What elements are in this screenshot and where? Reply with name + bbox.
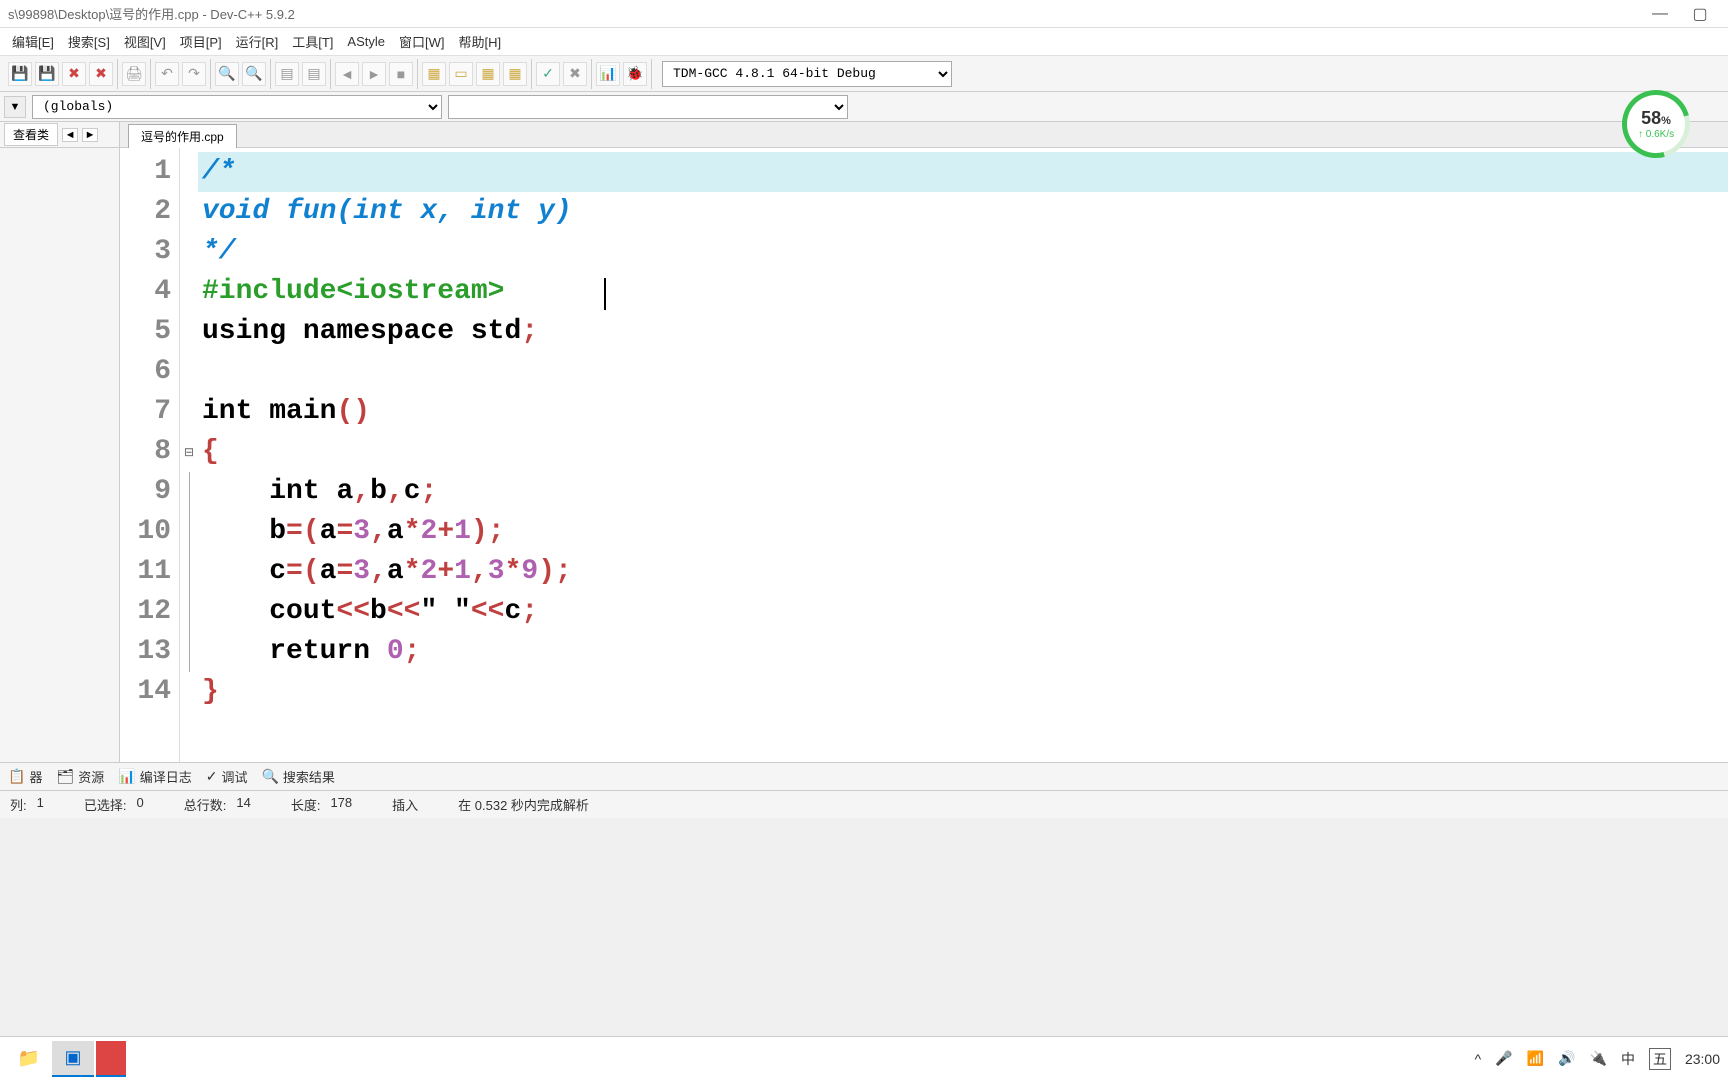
status-col-label: 列: bbox=[10, 795, 27, 814]
speed-widget[interactable]: 58% ↑ 0.6K/s bbox=[1622, 90, 1698, 166]
sidebar-tab-classes[interactable]: 查看类 bbox=[4, 123, 58, 146]
taskbar-devcpp[interactable]: ▣ bbox=[52, 1041, 94, 1077]
globals-select[interactable]: (globals) bbox=[32, 95, 442, 119]
menu-item[interactable]: AStyle bbox=[341, 31, 391, 52]
check-icon[interactable]: ✓ bbox=[536, 62, 560, 86]
menu-item[interactable]: 帮助[H] bbox=[453, 29, 508, 54]
code-editor[interactable]: 1234567891011121314 ⊟ /*void fun(int x, … bbox=[120, 148, 1728, 762]
nav-next-icon[interactable]: ► bbox=[82, 128, 98, 142]
bottom-tab[interactable]: ✓调试 bbox=[206, 767, 248, 786]
debug-icon[interactable]: 🐞 bbox=[623, 62, 647, 86]
sub-toolbar: ▼ (globals) bbox=[0, 92, 1728, 122]
compile-run-icon[interactable]: ▦ bbox=[476, 62, 500, 86]
speed-pct: 58 bbox=[1641, 108, 1661, 128]
scope-dropdown-icon[interactable]: ▼ bbox=[4, 96, 26, 118]
tray-up-icon[interactable]: ^ bbox=[1475, 1051, 1482, 1067]
save-icon[interactable]: 💾 bbox=[8, 62, 32, 86]
find-icon[interactable]: 🔍 bbox=[215, 62, 239, 86]
window-title: s\99898\Desktop\逗号的作用.cpp - Dev-C++ 5.9.… bbox=[8, 4, 1640, 23]
minimize-button[interactable]: — bbox=[1640, 5, 1680, 23]
status-lines: 14 bbox=[236, 795, 250, 814]
cancel-icon[interactable]: ✖ bbox=[563, 62, 587, 86]
menu-item[interactable]: 窗口[W] bbox=[393, 29, 451, 54]
status-sel: 0 bbox=[136, 795, 143, 814]
wifi-icon[interactable]: 📶 bbox=[1527, 1050, 1544, 1067]
bottom-tab[interactable]: 📋器 bbox=[8, 767, 42, 786]
debug-back-icon[interactable]: ◄ bbox=[335, 62, 359, 86]
debug-fwd-icon[interactable]: ► bbox=[362, 62, 386, 86]
menu-item[interactable]: 编辑[E] bbox=[6, 29, 60, 54]
statusbar: 列: 1 已选择: 0 总行数: 14 长度: 178 插入 在 0.532 秒内完成解… bbox=[0, 790, 1728, 818]
power-icon[interactable]: 🔌 bbox=[1590, 1050, 1607, 1067]
volume-icon[interactable]: 🔊 bbox=[1558, 1050, 1575, 1067]
bookmark-icon[interactable]: ▤ bbox=[302, 62, 326, 86]
mic-icon[interactable]: 🎤 bbox=[1495, 1050, 1512, 1067]
status-mode: 插入 bbox=[392, 795, 418, 814]
file-tab[interactable]: 逗号的作用.cpp bbox=[128, 124, 237, 148]
status-parse: 在 0.532 秒内完成解析 bbox=[458, 795, 589, 814]
rebuild-icon[interactable]: ▦ bbox=[503, 62, 527, 86]
bottom-tab[interactable]: 📊编译日志 bbox=[118, 767, 191, 786]
clock[interactable]: 23:00 bbox=[1685, 1051, 1720, 1067]
debug-stop-icon[interactable]: ■ bbox=[389, 62, 413, 86]
system-tray: ^ 🎤 📶 🔊 🔌 中 五 23:00 bbox=[1475, 1048, 1720, 1070]
menu-item[interactable]: 搜索[S] bbox=[62, 29, 116, 54]
text-cursor-icon bbox=[604, 278, 606, 310]
undo-icon[interactable]: ↶ bbox=[155, 62, 179, 86]
status-col: 1 bbox=[37, 795, 44, 814]
taskbar-explorer[interactable]: 📁 bbox=[8, 1041, 50, 1077]
toolbar: 💾 💾 ✖ ✖ 🖨 ↶ ↷ 🔍 🔍 ▤ ▤ ◄ ► ■ ▦ ▭ ▦ ▦ ✓ ✖ … bbox=[0, 56, 1728, 92]
line-gutter: 1234567891011121314 bbox=[120, 148, 180, 762]
compile-icon[interactable]: ▦ bbox=[422, 62, 446, 86]
taskbar: 📁 ▣ ^ 🎤 📶 🔊 🔌 中 五 23:00 bbox=[0, 1036, 1728, 1080]
status-lines-label: 总行数: bbox=[184, 795, 227, 814]
bottom-tab[interactable]: 🗂资源 bbox=[56, 767, 104, 786]
fold-column[interactable]: ⊟ bbox=[180, 148, 198, 762]
taskbar-recorder[interactable] bbox=[96, 1041, 126, 1077]
nav-prev-icon[interactable]: ◄ bbox=[62, 128, 78, 142]
menu-item[interactable]: 视图[V] bbox=[118, 29, 172, 54]
code-text[interactable]: /*void fun(int x, int y)*/#include<iostr… bbox=[198, 148, 1728, 762]
maximize-button[interactable]: ▢ bbox=[1680, 4, 1720, 24]
print-icon[interactable]: 🖨 bbox=[122, 62, 146, 86]
save-all-icon[interactable]: 💾 bbox=[35, 62, 59, 86]
goto-icon[interactable]: ▤ bbox=[275, 62, 299, 86]
bottom-tabs: 📋器 🗂资源 📊编译日志 ✓调试 🔍搜索结果 bbox=[0, 762, 1728, 790]
editor-area: 逗号的作用.cpp 1234567891011121314 ⊟ /*void f… bbox=[120, 122, 1728, 762]
menu-item[interactable]: 项目[P] bbox=[174, 29, 228, 54]
status-len-label: 长度: bbox=[291, 795, 321, 814]
titlebar: s\99898\Desktop\逗号的作用.cpp - Dev-C++ 5.9.… bbox=[0, 0, 1728, 28]
close-all-icon[interactable]: ✖ bbox=[89, 62, 113, 86]
speed-rate: ↑ 0.6K/s bbox=[1638, 129, 1674, 140]
run-icon[interactable]: ▭ bbox=[449, 62, 473, 86]
compiler-select[interactable]: TDM-GCC 4.8.1 64-bit Debug bbox=[662, 61, 952, 87]
menu-item[interactable]: 工具[T] bbox=[286, 29, 339, 54]
profile-icon[interactable]: 📊 bbox=[596, 62, 620, 86]
status-len: 178 bbox=[330, 795, 352, 814]
ime-lang[interactable]: 中 bbox=[1621, 1049, 1635, 1069]
replace-icon[interactable]: 🔍 bbox=[242, 62, 266, 86]
status-sel-label: 已选择: bbox=[84, 795, 127, 814]
ime-day[interactable]: 五 bbox=[1649, 1048, 1671, 1070]
bottom-tab[interactable]: 🔍搜索结果 bbox=[261, 767, 334, 786]
menubar: 编辑[E]搜索[S]视图[V]项目[P]运行[R]工具[T]AStyle窗口[W… bbox=[0, 28, 1728, 56]
close-icon[interactable]: ✖ bbox=[62, 62, 86, 86]
redo-icon[interactable]: ↷ bbox=[182, 62, 206, 86]
sidebar: 查看类 ◄ ► bbox=[0, 122, 120, 762]
members-select[interactable] bbox=[448, 95, 848, 119]
menu-item[interactable]: 运行[R] bbox=[230, 29, 285, 54]
